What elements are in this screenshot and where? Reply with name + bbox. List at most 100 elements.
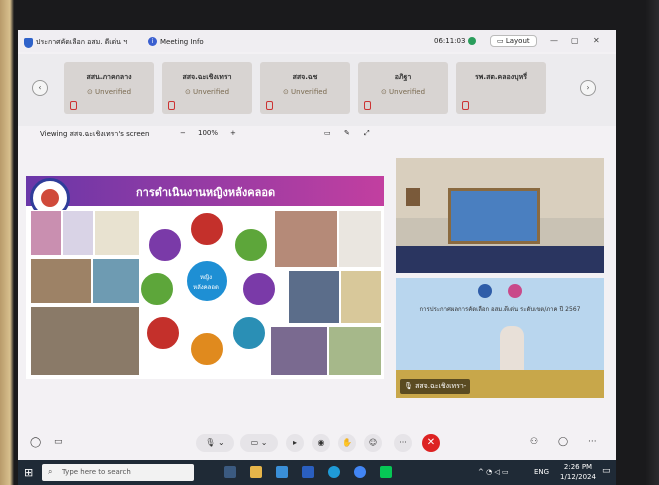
emoji-icon: ☺ [368,438,378,447]
minimize-button[interactable]: — [550,36,558,45]
clock-time[interactable]: 2:26 PM [558,463,598,471]
wall-portrait [406,188,420,206]
annotate-icon[interactable]: ▭ [324,129,331,137]
meeting-info-button[interactable]: i Meeting Info [148,37,204,46]
diagram-bubble [140,272,174,306]
participant-tile[interactable]: สสน.ภาคกลาง ⊙ Unverified [64,62,154,114]
speaker [500,326,524,372]
shield-icon [24,37,33,48]
notifications-icon[interactable]: ▭ [602,466,611,476]
mic-muted-icon [266,101,273,110]
participant-tile[interactable]: รพ.สต.คลองบุหรี่ [456,62,546,114]
chat-icon[interactable]: ◯ [558,437,568,447]
line-app-icon[interactable] [380,466,392,478]
diagram-bubble [190,212,224,246]
diagram-bubble [242,272,276,306]
mic-muted-icon [168,101,175,110]
recording-icon [468,37,477,45]
slide-title: การดำเนินงานหญิงหลังคลอด [136,186,276,199]
participants-icon[interactable]: ⚇ [530,437,538,447]
diagram-bubble [190,332,224,366]
emblem-icon [478,284,492,298]
edge-browser-icon[interactable] [328,466,340,478]
window-title: ประกาศคัดเลือก อสม. ดีเด่น ฯ [36,38,128,46]
participant-tile[interactable]: อภิฐา ⊙ Unverified [358,62,448,114]
search-icon: ⌕ [48,467,53,476]
participant-tile[interactable]: สสจ.ฉะเชิงเทรา ⊙ Unverified [162,62,252,114]
close-button[interactable]: ✕ [593,36,600,45]
emblem-icon [508,284,522,298]
meeting-app-icon[interactable] [302,466,314,478]
record-icon: ◉ [317,438,325,447]
end-call-button[interactable]: ✕ [422,434,440,452]
chevron-right-icon: › [586,83,590,92]
slide-photo [274,210,338,268]
zoom-in-button[interactable]: + [230,129,236,137]
chevron-left-icon: ‹ [38,83,42,92]
participant-tile[interactable]: สสจ.ฉช ⊙ Unverified [260,62,350,114]
status-icon[interactable]: ◯ [30,437,41,448]
meeting-controls: ◯ ▭ 🎙 ⌄ ▭ ⌄ ▸ ◉ ✋ ☺ ··· ✕ ⚇ ◯ ··· [18,428,616,458]
diagram-bubble [234,228,268,262]
task-view-icon[interactable] [224,466,236,478]
layout-icon: ▭ [497,37,506,45]
record-button[interactable]: ◉ [312,434,330,452]
shared-screen-slide: การดำเนินงานหญิงหลังคลอด หญิง หลังคลอด [26,176,384,379]
slide-photo [328,326,382,376]
mail-icon[interactable] [276,466,288,478]
zoom-out-button[interactable]: − [180,129,186,137]
taskbar-search-box[interactable]: ⌕ Type here to search [42,464,194,481]
reactions-button[interactable]: ☺ [364,434,382,452]
verification-status: ⊙ Unverified [380,88,426,96]
strip-next-button[interactable]: › [580,80,596,96]
more-button[interactable]: ··· [394,434,412,452]
system-tray-icons[interactable]: ^ ◔ ◁ ▭ [478,468,509,476]
microphone-button[interactable]: 🎙 ⌄ [196,434,234,452]
captions-icon[interactable]: ▭ [54,437,63,447]
raise-hand-button[interactable]: ✋ [338,434,356,452]
close-icon: ✕ [426,437,436,448]
language-indicator[interactable]: ENG [534,468,549,476]
verification-status: ⊙ Unverified [86,88,132,96]
strip-prev-button[interactable]: ‹ [32,80,48,96]
zoom-level: 100% [198,129,219,137]
share-icon: ▸ [292,438,297,447]
slide-photo [94,210,140,256]
mic-muted-icon [70,101,77,110]
info-icon: i [148,37,157,46]
file-explorer-icon[interactable] [250,466,262,478]
maximize-button[interactable]: ▢ [571,36,579,45]
mic-muted-icon [364,101,371,110]
participant-name-caption: 🎙 สสจ.ฉะเชิงเทรา- [400,379,471,394]
slide-title-banner: การดำเนินงานหญิงหลังคลอด [26,176,384,218]
more-icon: ··· [399,438,407,447]
viewing-label: Viewing สสจ.ฉะเชิงเทรา's screen [40,130,150,138]
slide-photo [62,210,94,256]
slide-photo [30,258,92,304]
participant-strip: ‹ สสน.ภาคกลาง ⊙ Unverified สสจ.ฉะเชิงเทร… [18,54,616,126]
video-feed-stage[interactable]: การประกาศผลการคัดเลือก อสม.ดีเด่น ระดับเ… [396,278,604,398]
diagram-bubble [148,228,182,262]
slide-photo [30,306,140,376]
layout-button[interactable]: ▭ Layout [490,35,537,47]
title-bar: ประกาศคัดเลือก อสม. ดีเด่น ฯ i Meeting I… [18,30,616,52]
chrome-browser-icon[interactable] [354,466,366,478]
fullscreen-icon[interactable]: ⤢ [364,129,370,138]
pen-icon[interactable]: ✎ [344,129,350,137]
more-options-icon[interactable]: ··· [588,437,597,447]
projection-screen [448,188,540,244]
slide-photo [338,210,382,268]
meeting-title: ประกาศคัดเลือก อสม. ดีเด่น ฯ [24,37,127,48]
windows-taskbar: ⊞ ⌕ Type here to search ^ ◔ ◁ ▭ ENG 2:26… [18,460,616,485]
slide-photo [270,326,328,376]
viewing-bar: Viewing สสจ.ฉะเชิงเทรา's screen − 100% +… [18,126,616,142]
diagram-bubble [232,316,266,350]
camera-button[interactable]: ▭ ⌄ [240,434,278,452]
windows-start-icon[interactable]: ⊞ [24,466,33,479]
mic-muted-icon [462,101,469,110]
video-feed-conference-room[interactable] [396,158,604,273]
slide-photo [92,258,140,304]
center-bubble-label: หญิง หลังคลอด [193,274,219,291]
share-screen-button[interactable]: ▸ [286,434,304,452]
clock-date[interactable]: 1/12/2024 [554,473,602,481]
